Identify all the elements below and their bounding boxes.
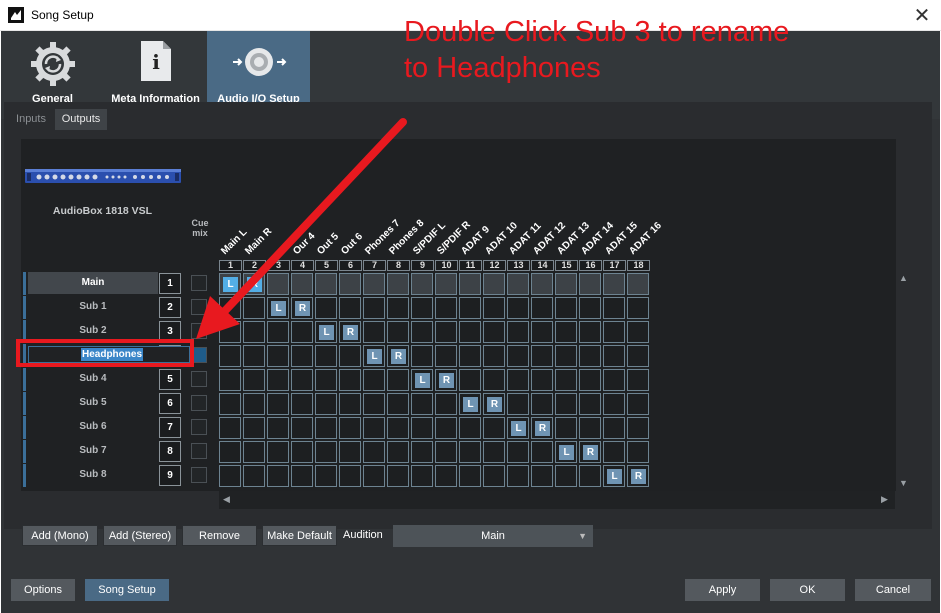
cancel-button[interactable]: Cancel (855, 579, 931, 601)
remove-button[interactable]: Remove (182, 525, 257, 546)
audition-select-value: Main (481, 530, 505, 542)
song-setup-button[interactable]: Song Setup (85, 579, 169, 601)
make-default-button[interactable]: Make Default (262, 525, 337, 546)
add-stereo-button[interactable]: Add (Stereo) (103, 525, 177, 546)
audition-select[interactable]: Main ▼ (393, 525, 593, 547)
add-mono-button[interactable]: Add (Mono) (22, 525, 98, 546)
horizontal-scrollbar[interactable]: ◀ ▶ (219, 491, 895, 509)
apply-button[interactable]: Apply (685, 579, 760, 601)
annotation-arrow (196, 118, 407, 339)
chevron-down-icon: ▼ (578, 531, 587, 541)
scroll-left-icon[interactable]: ◀ (223, 494, 230, 505)
ok-button[interactable]: OK (770, 579, 845, 601)
vertical-scrollbar[interactable]: ▲ ▼ (896, 271, 912, 491)
options-button[interactable]: Options (11, 579, 75, 601)
scroll-down-icon[interactable]: ▼ (899, 478, 908, 488)
scroll-right-icon[interactable]: ▶ (881, 494, 888, 505)
scroll-up-icon[interactable]: ▲ (899, 273, 908, 283)
audition-label: Audition (343, 529, 383, 541)
